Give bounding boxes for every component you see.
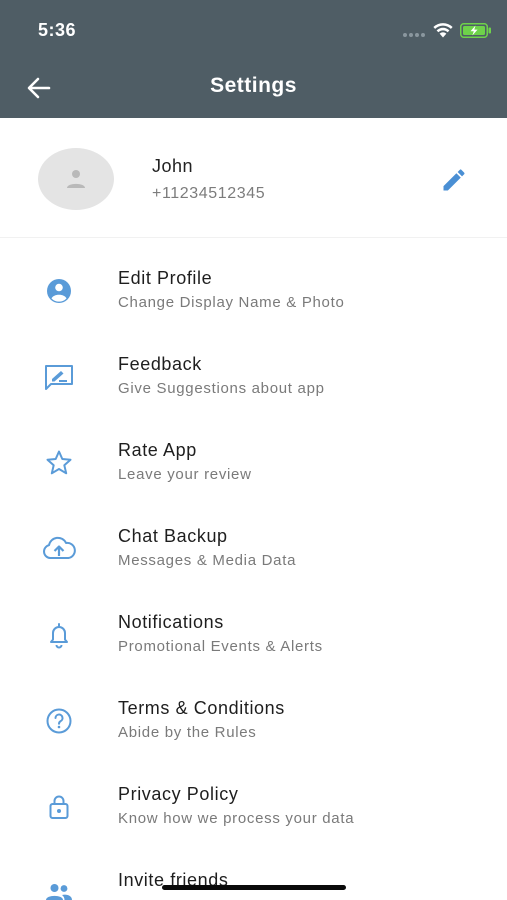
- menu-item-title: Rate App: [118, 440, 197, 460]
- pencil-icon: [443, 169, 465, 191]
- status-time: 5:36: [38, 20, 77, 40]
- feedback-icon: [40, 362, 78, 392]
- menu-item-terms-conditions[interactable]: Terms & Conditions Abide by the Rules: [0, 678, 507, 764]
- menu-item-subtitle: Know how we process your data: [118, 810, 355, 827]
- app-header: 5:36 Settings: [0, 0, 507, 118]
- menu-item-notifications[interactable]: Notifications Promotional Events & Alert…: [0, 592, 507, 678]
- menu-item-subtitle: Leave your review: [118, 466, 252, 483]
- menu-item-title: Feedback: [118, 354, 202, 374]
- bell-icon: [40, 620, 78, 650]
- status-bar: 5:36: [0, 0, 507, 60]
- menu-item-title: Privacy Policy: [118, 784, 239, 804]
- menu-item-title: Notifications: [118, 612, 224, 632]
- profile-name: John: [152, 156, 194, 176]
- menu-item-subtitle: Give Suggestions about app: [118, 380, 325, 397]
- page-title: Settings: [210, 74, 297, 97]
- menu-item-subtitle: Promotional Events & Alerts: [118, 638, 323, 655]
- menu-item-privacy-policy[interactable]: Privacy Policy Know how we process your …: [0, 764, 507, 850]
- profile-phone: +11234512345: [152, 185, 266, 202]
- star-icon: [40, 448, 78, 478]
- edit-profile-button[interactable]: [440, 166, 468, 194]
- help-circle-icon: [40, 706, 78, 736]
- lock-icon: [40, 792, 78, 822]
- signal-dots-icon: [403, 33, 427, 37]
- home-indicator: [162, 885, 346, 890]
- menu-item-subtitle: Abide by the Rules: [118, 724, 257, 741]
- menu-item-invite-friends[interactable]: Invite friends: [0, 850, 507, 900]
- wifi-icon: [433, 23, 453, 38]
- menu-item-rate-app[interactable]: Rate App Leave your review: [0, 420, 507, 506]
- profile-card[interactable]: John +11234512345: [0, 118, 507, 238]
- menu-item-title: Terms & Conditions: [118, 698, 285, 718]
- menu-item-edit-profile[interactable]: Edit Profile Change Display Name & Photo: [0, 248, 507, 334]
- people-icon: [40, 878, 78, 900]
- menu-item-title: Edit Profile: [118, 268, 213, 288]
- avatar[interactable]: [38, 148, 114, 210]
- menu-item-title: Chat Backup: [118, 526, 228, 546]
- account-circle-icon: [40, 276, 78, 306]
- person-placeholder-icon: [67, 170, 85, 188]
- menu-item-feedback[interactable]: Feedback Give Suggestions about app: [0, 334, 507, 420]
- battery-charging-icon: [460, 23, 491, 38]
- menu-item-subtitle: Messages & Media Data: [118, 552, 297, 569]
- menu-item-subtitle: Change Display Name & Photo: [118, 294, 345, 311]
- cloud-upload-icon: [40, 534, 78, 564]
- menu-item-chat-backup[interactable]: Chat Backup Messages & Media Data: [0, 506, 507, 592]
